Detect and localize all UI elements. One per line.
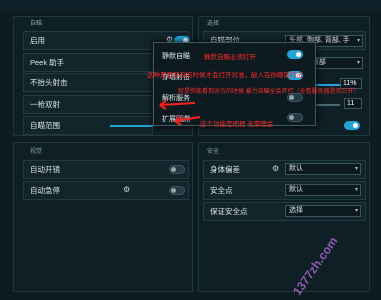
no-headup-label: 不抬头射击 <box>30 78 68 87</box>
silent-aim-label: 静默自瞄 <box>162 53 190 60</box>
section-title-safety: 安全 <box>207 149 220 155</box>
auto-stop-toggle[interactable] <box>169 186 185 195</box>
annotation-1: 静默自瞄必须打开 <box>204 54 256 61</box>
right-toggle[interactable] <box>344 121 360 130</box>
chevron-down-icon: ▾ <box>356 38 360 44</box>
gear-icon[interactable]: ⚙ <box>272 165 279 173</box>
ensure-safe-point-select[interactable]: 选择 ▾ <box>285 205 361 217</box>
chevron-down-icon: ▾ <box>356 60 360 66</box>
auto-scope-toggle[interactable] <box>169 165 185 174</box>
annotation-arrows <box>159 100 201 126</box>
silent-aim-toggle[interactable] <box>287 50 303 59</box>
count-value[interactable]: 11 <box>344 98 362 109</box>
auto-scope-label: 自动开镜 <box>30 165 60 174</box>
chevron-down-icon: ▾ <box>354 166 358 172</box>
body-deviation-label: 身体偏差 <box>210 165 240 174</box>
annotation-2: 这种是要开启的时候才会打开对准，敌人在你眼前打击 <box>147 72 303 79</box>
gear-icon[interactable]: ⚙ <box>123 186 130 194</box>
section-title-selection: 选择 <box>207 21 220 27</box>
peek-assist-label: Peek 助手 <box>30 58 65 67</box>
peek-assist-row[interactable]: Peek 助手 <box>23 53 153 72</box>
ensure-safe-point-label: 保证安全点 <box>210 207 248 216</box>
top-bar <box>0 0 381 10</box>
auto-stop-label: 自动急停 <box>30 186 60 195</box>
body-deviation-select[interactable]: 默认 ▾ <box>285 163 361 175</box>
auto-stop-row[interactable]: 自动急停 ⚙ <box>23 181 189 200</box>
aim-range-label: 自瞄范围 <box>30 121 60 130</box>
chevron-down-icon: ▾ <box>354 208 358 214</box>
auto-scope-row[interactable]: 自动开镜 <box>23 160 189 179</box>
chevron-down-icon: ▾ <box>354 187 358 193</box>
no-headup-row[interactable]: 不抬头射击 <box>23 73 153 92</box>
double-shot-label: 一枪双射 <box>30 100 60 109</box>
double-shot-row[interactable]: 一枪双射 <box>23 95 153 114</box>
annotation-3: 就是你能看到对方的时候 暴力自瞄全会开打（全看服务器是否公开） <box>178 89 360 95</box>
section-title-visual: 视觉 <box>30 149 43 155</box>
safe-point-label: 安全点 <box>210 186 233 195</box>
aim-range-slider[interactable] <box>110 125 153 127</box>
section-title-aimbot: 自瞄 <box>30 21 43 27</box>
safe-point-select[interactable]: 默认 ▾ <box>285 184 361 196</box>
backtrack-toggle[interactable] <box>287 113 303 122</box>
aimbot-enable-label: 启用 <box>30 36 45 45</box>
